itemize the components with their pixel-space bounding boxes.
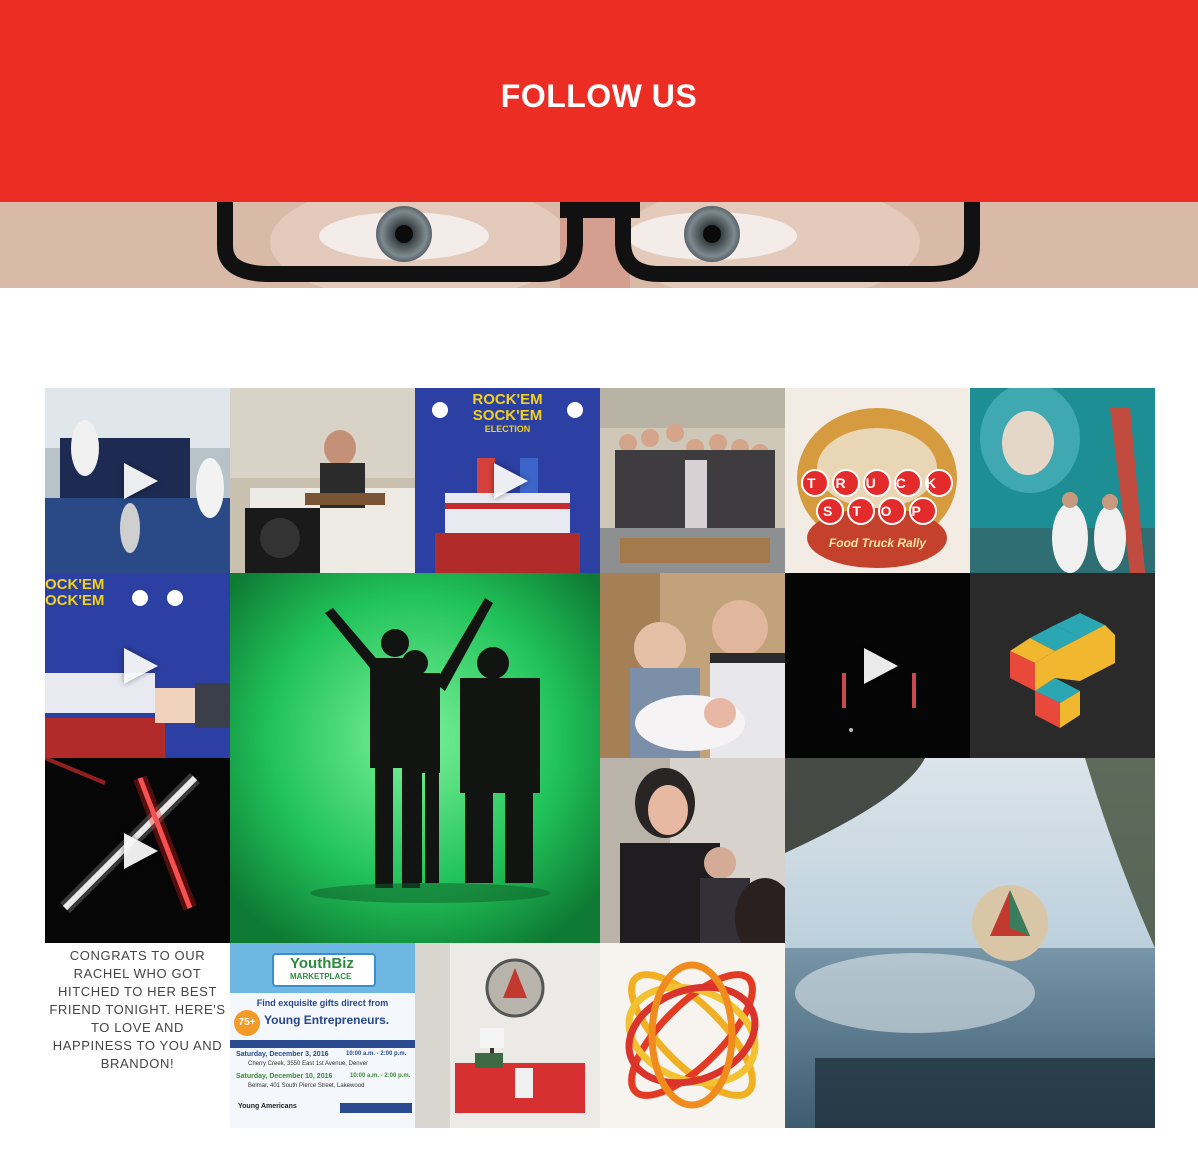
post-selfie[interactable] <box>600 758 785 943</box>
post-ocean-view[interactable] <box>785 758 1155 1128</box>
post-image <box>415 943 600 1128</box>
flyer-org: Young Americans <box>238 1103 297 1110</box>
flyer-footer-bar <box>340 1103 412 1113</box>
flyer-time2: 10:00 a.m. - 2:00 p.m. <box>350 1073 411 1079</box>
post-cube-logo[interactable] <box>970 573 1155 758</box>
post-image <box>785 758 1155 1128</box>
flyer-subtitle: MARKETPLACE <box>290 972 352 981</box>
flyer-place1: Cherry Creek, 3550 East 1st Avenue, Denv… <box>248 1061 368 1067</box>
flyer-date1: Saturday, December 3, 2016 <box>236 1051 329 1058</box>
post-office-mirror[interactable] <box>415 943 600 1128</box>
post-title-line3: ELECTION <box>484 424 531 434</box>
post-bathtub-laptop[interactable] <box>230 388 415 573</box>
flyer-divider <box>230 1040 415 1048</box>
eyes-banner-image <box>0 202 1198 288</box>
truck-stop-subtitle: Food Truck Rally <box>828 536 927 550</box>
post-image <box>230 388 415 573</box>
post-image <box>600 573 785 758</box>
follow-us-hero: FOLLOW US <box>0 0 1198 202</box>
post-title-line2: OCK'EM <box>45 592 105 609</box>
post-image <box>230 573 600 943</box>
post-video-bluescreen-shoot[interactable] <box>45 388 230 573</box>
flyer-place2: Belmar, 401 South Pierce Street, Lakewoo… <box>248 1083 365 1089</box>
post-greenscreen-silhouettes[interactable] <box>230 573 600 943</box>
post-video-rock-em-punch[interactable]: OCK'EM OCK'EM <box>45 573 230 758</box>
post-image <box>600 758 785 943</box>
flyer-count: 75+ <box>234 1010 260 1036</box>
page-title: FOLLOW US <box>500 78 698 114</box>
post-youthbiz-flyer[interactable]: YouthBiz MARKETPLACE Find exquisite gift… <box>230 943 415 1128</box>
play-icon <box>123 832 158 869</box>
truck-stop-word2: STOP <box>823 503 941 519</box>
post-image <box>600 388 785 573</box>
post-title-line2: SOCK'EM <box>472 407 543 424</box>
post-truck-stop[interactable]: TRUCK STOP Food Truck Rally <box>785 388 970 573</box>
post-title-line1: OCK'EM <box>45 576 105 593</box>
post-video-lightsabers-dark[interactable] <box>785 573 970 758</box>
play-icon <box>493 462 528 499</box>
flyer-line1: Find exquisite gifts direct from <box>256 998 389 1008</box>
post-image <box>600 943 785 1128</box>
post-video-rock-em-sock-em[interactable]: ROCK'EM SOCK'EM ELECTION <box>415 388 600 573</box>
flyer-line2: Young Entrepreneurs. <box>264 1013 390 1027</box>
flyer-title: YouthBiz <box>290 955 354 972</box>
truck-stop-word1: TRUCK <box>807 475 956 491</box>
play-icon <box>863 647 898 684</box>
play-icon <box>123 647 158 684</box>
post-caption-only[interactable]: CONGRATS TO OUR RACHEL WHO GOT HITCHED T… <box>45 943 230 1128</box>
post-ribbon-art[interactable] <box>600 943 785 1128</box>
post-video-lightsabers[interactable] <box>45 758 230 943</box>
post-new-baby[interactable] <box>600 573 785 758</box>
flyer-time1: 10:00 a.m. - 2:00 p.m. <box>346 1051 407 1057</box>
instagram-feed-grid: ROCK'EM SOCK'EM ELECTION TRUCK STOP Food… <box>45 388 1155 1128</box>
play-icon <box>123 462 158 499</box>
post-group-photo[interactable] <box>600 388 785 573</box>
flyer-date2: Saturday, December 10, 2016 <box>236 1073 333 1080</box>
post-mural[interactable] <box>970 388 1155 573</box>
post-image <box>970 388 1155 573</box>
post-title-line1: ROCK'EM <box>472 391 543 408</box>
post-image <box>970 573 1155 758</box>
post-caption: CONGRATS TO OUR RACHEL WHO GOT HITCHED T… <box>49 948 226 1071</box>
